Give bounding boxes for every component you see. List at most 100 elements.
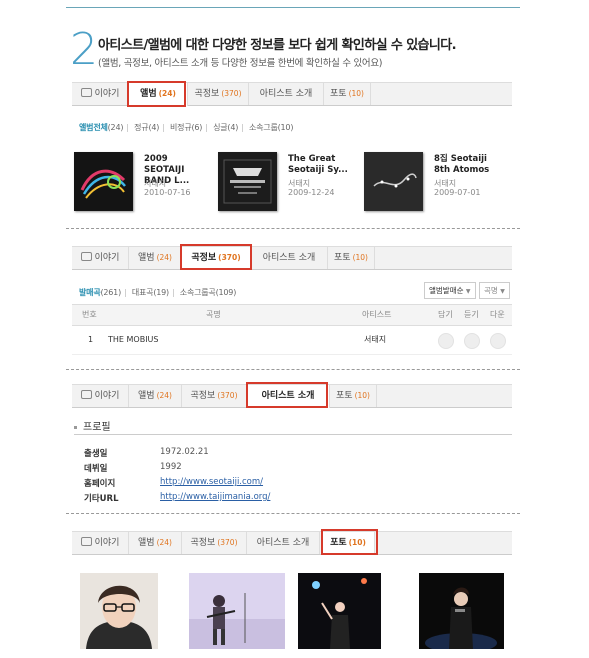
tab-songs-count: (370) — [217, 391, 238, 400]
tab-album-label: 앨범 — [138, 391, 155, 401]
filter-label: 소속그룹 — [248, 123, 278, 132]
section-divider — [66, 228, 520, 229]
tab-artist[interactable]: 아티스트 소개 — [247, 532, 320, 554]
album-title[interactable]: 8집 Seotaiji 8th Atomos — [434, 154, 500, 176]
tab-story-label: 이야기 — [94, 253, 120, 263]
album-title[interactable]: The Great Seotaiji Sy... — [288, 154, 354, 176]
col-no: 번호 — [82, 310, 97, 319]
sort-label: 앨범발매순 — [429, 286, 464, 295]
row-no: 1 — [88, 335, 94, 344]
album-date: 2009-07-01 — [434, 188, 481, 197]
tab-bar-songs: 이야기 앨범 (24) 곡정보 (370) 아티스트 소개 포토 (10) — [72, 246, 512, 270]
filter-label: 앨범전체 — [79, 123, 108, 132]
section-subtitle: (앨범, 곡정보, 아티스트 소개 등 다양한 정보를 한번에 확인하실 수 있… — [98, 58, 383, 69]
album-filter-bar: 앨범전체(24) | 정규(4) | 비정규(6) | 싱글(4) | 소속그룹(10) — [79, 123, 294, 132]
tab-songs-count: (370) — [217, 538, 238, 547]
download-icon[interactable] — [490, 333, 506, 349]
filter-group[interactable]: 소속그룹(10) — [249, 123, 293, 132]
tab-photo-label: 포토 — [336, 391, 353, 401]
tab-photo[interactable]: 포토 (10) — [324, 83, 371, 105]
filter-label: 싱글 — [213, 123, 228, 132]
tab-photo-count: (10) — [348, 89, 364, 98]
homepage-link[interactable]: http://www.seotaiji.com/ — [160, 477, 263, 487]
filter-single[interactable]: 싱글(4) — [213, 123, 238, 132]
tab-songs[interactable]: 곡정보 (370) — [182, 385, 247, 407]
step-number: 2 — [70, 24, 98, 75]
tab-photo-label: 포토 — [330, 89, 347, 99]
album-item[interactable]: The Great Seotaiji Sy... 서태지 2009-12-24 — [218, 152, 358, 212]
play-icon[interactable] — [464, 333, 480, 349]
tab-album[interactable]: 앨범 (24) — [129, 385, 182, 407]
sort-dropdown[interactable]: 앨범발매순 ▼ — [424, 282, 476, 299]
col-add: 담기 — [438, 310, 453, 319]
filter-count: (10) — [277, 123, 294, 132]
tab-story[interactable]: 이야기 — [72, 385, 129, 407]
highlight-box — [246, 382, 328, 408]
filter-label: 소속그룹곡 — [179, 288, 216, 297]
section-divider — [66, 513, 520, 514]
tab-photo[interactable]: 포토 (10) — [330, 385, 377, 407]
filter-group-songs[interactable]: 소속그룹곡(109) — [179, 288, 237, 297]
tab-album-label: 앨범 — [138, 253, 155, 263]
chevron-down-icon: ▼ — [500, 288, 505, 295]
profile-heading-label: 프로필 — [83, 422, 111, 433]
filter-released[interactable]: 발매곡(261) — [79, 288, 121, 297]
col-listen: 듣기 — [464, 310, 479, 319]
filter-count: (24) — [107, 123, 124, 132]
filter-irregular[interactable]: 비정규(6) — [170, 123, 202, 132]
profile-label: 출생일 — [84, 449, 108, 459]
tab-album[interactable]: 앨범 (24) — [129, 532, 182, 554]
filter-representative[interactable]: 대표곡(19) — [132, 288, 169, 297]
album-date: 2009-12-24 — [288, 188, 335, 197]
tab-photo-count: (10) — [352, 253, 368, 262]
filter-all[interactable]: 앨범전체(24) — [79, 123, 123, 132]
profile-value: 1992 — [160, 462, 182, 472]
section-title: 아티스트/앨범에 대한 다양한 정보를 보다 쉽게 확인하실 수 있습니다. — [98, 38, 457, 53]
album-cover[interactable] — [74, 152, 133, 211]
songs-table-header: 번호 곡명 아티스트 담기 듣기 다운 — [72, 304, 512, 326]
tab-album-count: (24) — [156, 253, 172, 262]
filter-count: (4) — [227, 123, 239, 132]
tab-story[interactable]: 이야기 — [72, 247, 129, 269]
speech-bubble-icon — [80, 537, 92, 546]
tab-artist[interactable]: 아티스트 소개 — [249, 83, 324, 105]
row-artist[interactable]: 서태지 — [364, 326, 386, 354]
sort-label: 곡명 — [484, 286, 498, 295]
tab-songs[interactable]: 곡정보 (370) — [188, 83, 249, 105]
album-item[interactable]: 8집 Seotaiji 8th Atomos 서태지 2009-07-01 — [364, 152, 504, 212]
tab-story[interactable]: 이야기 — [72, 83, 129, 105]
album-item[interactable]: 2009 SEOTAIJI BAND L... 서태지 2010-07-16 — [74, 152, 214, 212]
tab-photo-label: 포토 — [334, 253, 351, 263]
other-url-link[interactable]: http://www.taijimania.org/ — [160, 492, 270, 502]
album-date: 2010-07-16 — [144, 188, 191, 197]
profile-divider — [74, 434, 512, 435]
tab-bar-photo: 이야기 앨범 (24) 곡정보 (370) 아티스트 소개 포토 (10) — [72, 531, 512, 555]
profile-label: 기타URL — [84, 494, 119, 504]
tab-story-label: 이야기 — [94, 538, 120, 548]
artist-photo[interactable] — [419, 573, 504, 649]
tab-artist[interactable]: 아티스트 소개 — [251, 247, 328, 269]
sort-dropdown-title[interactable]: 곡명 ▼ — [479, 282, 510, 299]
tab-photo[interactable]: 포토 (10) — [328, 247, 375, 269]
tab-songs-label: 곡정보 — [194, 89, 220, 99]
filter-regular[interactable]: 정규(4) — [134, 123, 159, 132]
tab-story[interactable]: 이야기 — [72, 532, 129, 554]
profile-heading: 프로필 — [74, 418, 111, 433]
tab-songs[interactable]: 곡정보 (370) — [182, 532, 247, 554]
row-title[interactable]: THE MOBIUS — [108, 326, 158, 354]
tab-artist-label: 아티스트 소개 — [256, 538, 310, 548]
album-cover[interactable] — [218, 152, 277, 211]
artist-photo[interactable] — [189, 573, 285, 649]
chevron-down-icon: ▼ — [465, 288, 471, 295]
profile-value: 1972.02.21 — [160, 447, 209, 457]
artist-photo[interactable] — [298, 573, 381, 649]
filter-label: 발매곡 — [79, 288, 101, 297]
add-icon[interactable] — [438, 333, 454, 349]
album-cover[interactable] — [364, 152, 423, 211]
filter-label: 정규 — [134, 123, 149, 132]
artist-photo[interactable] — [80, 573, 158, 649]
tab-album[interactable]: 앨범 (24) — [129, 247, 182, 269]
tab-album-count: (24) — [156, 538, 172, 547]
col-download: 다운 — [490, 310, 505, 319]
tab-album-label: 앨범 — [138, 538, 155, 548]
